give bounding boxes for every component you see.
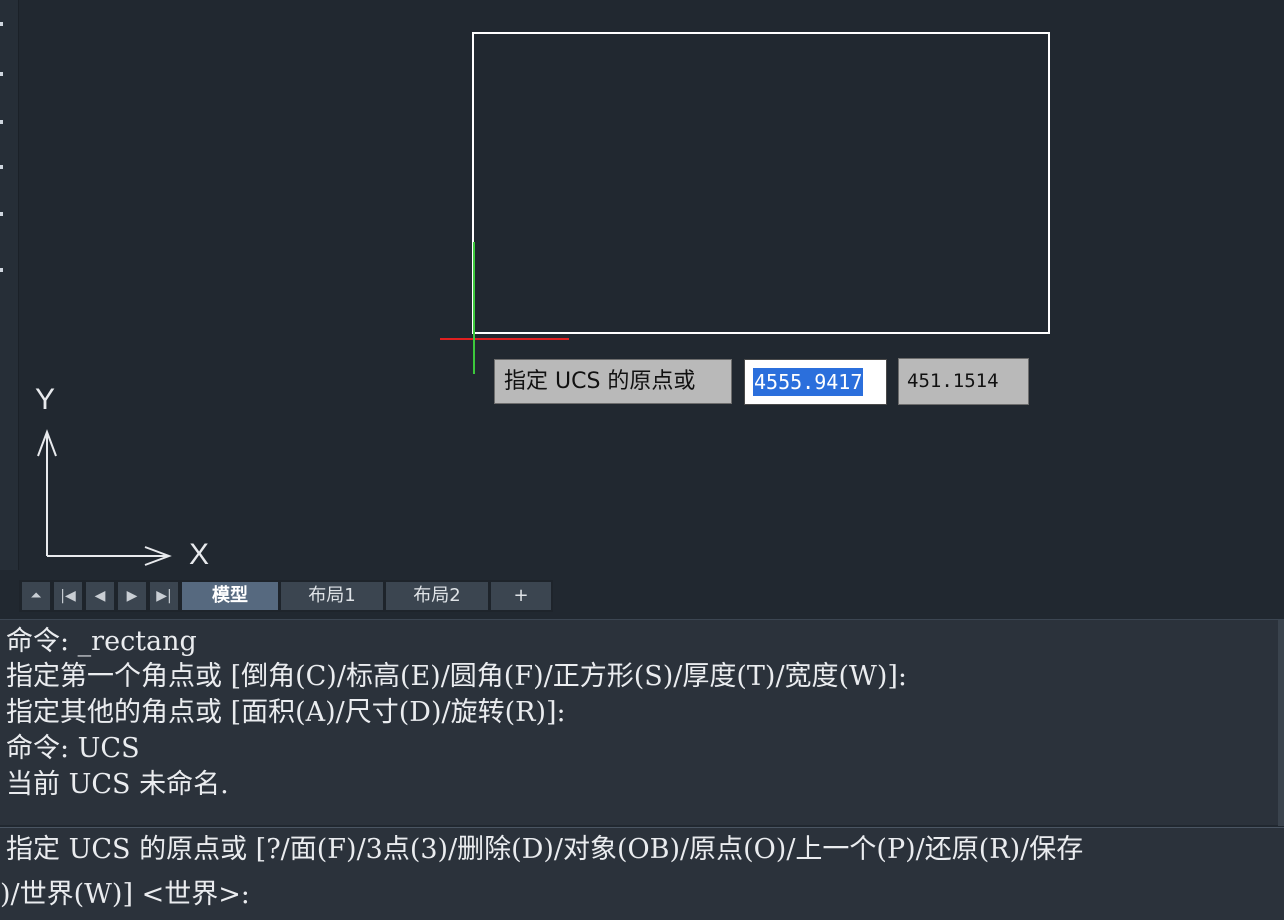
toolbar-marker [0, 22, 3, 26]
toolbar-marker [0, 165, 3, 169]
tab-first-button[interactable]: |◀ [54, 582, 82, 610]
left-toolbar-strip [0, 0, 19, 570]
tab-layout1[interactable]: 布局1 [281, 582, 383, 610]
command-line-input[interactable]: 指定 UCS 的原点或 [?/面(F)/3点(3)/删除(D)/对象(OB)/原… [0, 827, 1284, 920]
command-history-line: 指定第一个角点或 [倒角(C)/标高(E)/圆角(F)/正方形(S)/厚度(T)… [6, 661, 907, 692]
command-prompt-line: )/世界(W)] <世界>: [0, 879, 250, 910]
cad-window: Y X 指定 UCS 的原点或 4555.9417 451.1514 ⏶ |◀ … [0, 0, 1284, 920]
tab-scroll-up-button[interactable]: ⏶ [22, 582, 50, 610]
ucs-y-label: Y [35, 383, 56, 416]
toolbar-marker [0, 268, 3, 272]
layout-tab-bar: ⏶ |◀ ◀ ▶ ▶| 模型 布局1 布局2 + [19, 580, 1284, 612]
toolbar-marker [0, 120, 3, 124]
tab-model[interactable]: 模型 [182, 582, 278, 610]
command-prompt-line: 指定 UCS 的原点或 [?/面(F)/3点(3)/删除(D)/对象(OB)/原… [6, 834, 1084, 865]
tab-prev-button[interactable]: ◀ [86, 582, 114, 610]
toolbar-marker [0, 212, 3, 216]
command-history-line: 命令: _rectang [6, 626, 197, 657]
command-history-line: 指定其他的角点或 [面积(A)/尺寸(D)/旋转(R)]: [6, 697, 566, 728]
command-history-scrollbar[interactable] [1278, 620, 1284, 826]
dynamic-input-prompt: 指定 UCS 的原点或 [494, 359, 732, 404]
tab-last-button[interactable]: ▶| [150, 582, 178, 610]
command-history-line: 命令: UCS [6, 733, 140, 764]
dynamic-input-x-value[interactable]: 4555.9417 [753, 368, 864, 396]
ucs-icon [37, 429, 172, 566]
drawn-rectangle[interactable] [472, 32, 1050, 334]
drawing-svg [37, 32, 1050, 566]
tab-next-button[interactable]: ▶ [118, 582, 146, 610]
command-history-line: 当前 UCS 未命名. [6, 769, 229, 800]
drawing-canvas[interactable]: Y X [19, 0, 1284, 580]
command-history: 命令: _rectang 指定第一个角点或 [倒角(C)/标高(E)/圆角(F)… [0, 619, 1284, 826]
dynamic-input-x-field[interactable]: 4555.9417 [744, 359, 887, 405]
dynamic-input-y-field[interactable]: 451.1514 [898, 358, 1029, 405]
ucs-x-label: X [189, 538, 210, 571]
tab-add-button[interactable]: + [491, 582, 551, 610]
toolbar-marker [0, 72, 3, 76]
tab-layout2[interactable]: 布局2 [386, 582, 488, 610]
